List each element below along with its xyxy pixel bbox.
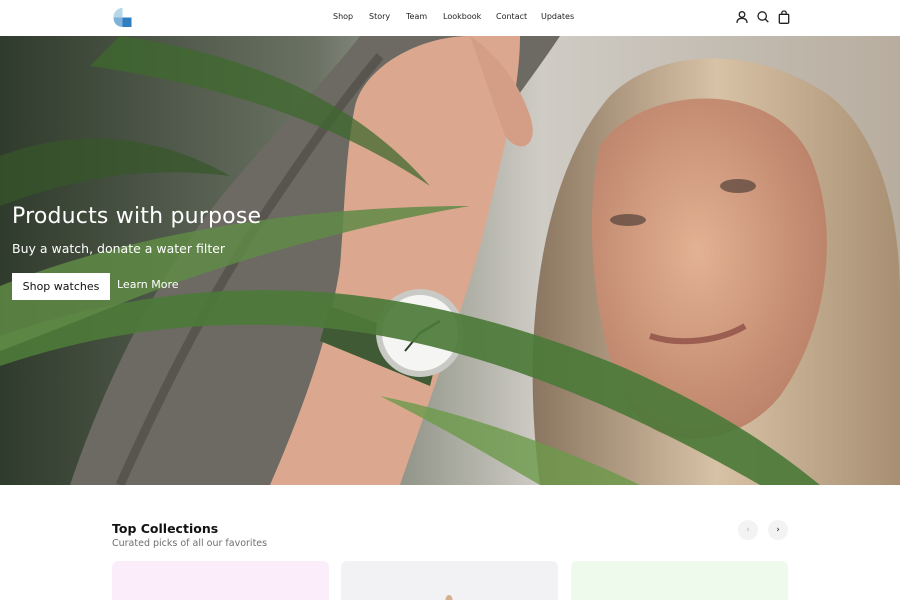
hero-banner: Products with purpose Buy a watch, donat… [0,36,900,485]
product-thumbnail [445,595,453,600]
hero-subtitle: Buy a watch, donate a water filter [12,241,226,256]
learn-more-link[interactable]: Learn More [117,278,179,291]
carousel-next-button[interactable]: › [768,520,788,540]
site-header: Shop Story Team Lookbook Contact Updates [0,0,900,36]
chevron-right-icon: › [776,525,780,535]
nav-updates[interactable]: Updates [541,12,574,21]
collections-title: Top Collections [112,521,219,536]
nav-shop[interactable]: Shop [333,12,353,21]
shop-watches-button[interactable]: Shop watches [12,273,110,300]
collection-card[interactable] [112,561,329,600]
hero-title: Products with purpose [12,204,262,229]
carousel-prev-button[interactable]: ‹ [738,520,758,540]
chevron-left-icon: ‹ [746,525,750,535]
nav-team[interactable]: Team [406,12,427,21]
nav-lookbook[interactable]: Lookbook [443,12,481,21]
brand-logo[interactable] [112,7,133,28]
collections-subtitle: Curated picks of all our favorites [112,538,268,549]
nav-story[interactable]: Story [369,12,390,21]
hero-image [0,36,900,485]
nav-contact[interactable]: Contact [496,12,527,21]
collection-card[interactable] [341,561,558,600]
collection-card[interactable] [571,561,788,600]
header-actions [736,10,790,24]
search-icon[interactable] [757,10,769,24]
account-icon[interactable] [736,10,748,24]
bag-icon[interactable] [778,10,790,24]
